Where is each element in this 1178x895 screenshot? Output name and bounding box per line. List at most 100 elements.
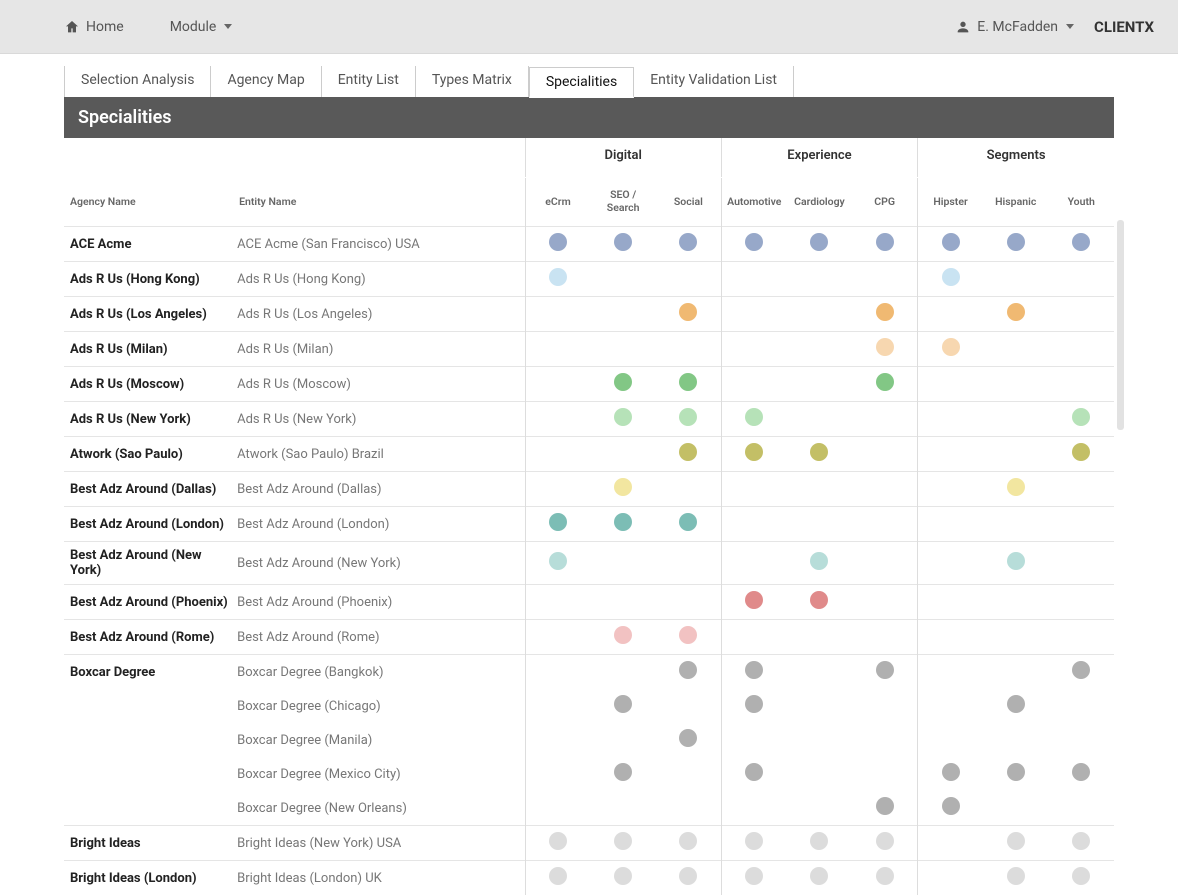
table-row[interactable]: Boxcar DegreeBoxcar Degree (Bangkok)	[64, 655, 1114, 690]
table-row[interactable]: Boxcar Degree (Mexico City)	[64, 757, 1114, 791]
tab-selection-analysis[interactable]: Selection Analysis	[64, 66, 211, 97]
table-row[interactable]: Ads R Us (Moscow)Ads R Us (Moscow)	[64, 367, 1114, 402]
entity-cell: Bright Ideas (New York) USA	[233, 826, 525, 861]
spec-cell	[525, 655, 590, 690]
spec-cell	[852, 655, 917, 690]
spec-cell	[787, 332, 852, 367]
spec-cell	[656, 791, 721, 826]
spec-cell	[918, 585, 983, 620]
spec-cell	[918, 437, 983, 472]
dot-icon	[679, 832, 697, 850]
spec-cell	[590, 332, 655, 367]
spec-cell	[590, 723, 655, 757]
dot-icon	[745, 763, 763, 781]
nav-module[interactable]: Module	[170, 19, 233, 35]
dot-icon	[876, 373, 894, 391]
spec-cell	[590, 689, 655, 723]
spec-cell	[590, 367, 655, 402]
table-row[interactable]: Best Adz Around (London)Best Adz Around …	[64, 507, 1114, 542]
spec-cell	[525, 367, 590, 402]
spec-cell	[1048, 791, 1114, 826]
table-row[interactable]: Boxcar Degree (New Orleans)	[64, 791, 1114, 826]
agency-cell	[64, 757, 233, 791]
spec-cell	[590, 585, 655, 620]
tab-specialities[interactable]: Specialities	[529, 67, 634, 98]
column-header[interactable]: Hispanic	[983, 178, 1048, 227]
table-row[interactable]: Atwork (Sao Paulo)Atwork (Sao Paulo) Bra…	[64, 437, 1114, 472]
column-header[interactable]: Social	[656, 178, 721, 227]
scrollbar[interactable]	[1117, 220, 1124, 430]
spec-cell	[852, 227, 917, 262]
spec-cell	[590, 826, 655, 861]
table-row[interactable]: Boxcar Degree (Manila)	[64, 723, 1114, 757]
dot-icon	[745, 591, 763, 609]
column-header[interactable]: Cardiology	[787, 178, 852, 227]
column-header[interactable]: eCrm	[525, 178, 590, 227]
spec-cell	[656, 332, 721, 367]
table-row[interactable]: Bright IdeasBright Ideas (New York) USA	[64, 826, 1114, 861]
entity-cell: ACE Acme (San Francisco) USA	[233, 227, 525, 262]
tab-entity-list[interactable]: Entity List	[322, 66, 416, 97]
spec-cell	[721, 826, 786, 861]
dot-icon	[1072, 763, 1090, 781]
table-row[interactable]: Best Adz Around (Phoenix)Best Adz Around…	[64, 585, 1114, 620]
spec-cell	[525, 507, 590, 542]
spec-cell	[787, 227, 852, 262]
column-header[interactable]: SEO / Search	[590, 178, 655, 227]
table-row[interactable]: Bright Ideas (London)Bright Ideas (Londo…	[64, 861, 1114, 895]
dot-icon	[1007, 552, 1025, 570]
agency-header[interactable]: Agency Name	[64, 178, 233, 227]
column-header[interactable]: Youth	[1048, 178, 1114, 227]
table-row[interactable]: Ads R Us (New York)Ads R Us (New York)	[64, 402, 1114, 437]
dot-icon	[1072, 233, 1090, 251]
spec-cell	[656, 723, 721, 757]
table-row[interactable]: Ads R Us (Los Angeles)Ads R Us (Los Ange…	[64, 297, 1114, 332]
spec-cell	[1048, 585, 1114, 620]
tab-entity-validation-list[interactable]: Entity Validation List	[634, 66, 794, 97]
dot-icon	[810, 233, 828, 251]
dot-icon	[745, 408, 763, 426]
spec-cell	[787, 507, 852, 542]
spec-cell	[525, 402, 590, 437]
dot-icon	[1007, 303, 1025, 321]
tab-agency-map[interactable]: Agency Map	[211, 66, 321, 97]
user-menu[interactable]: E. McFadden	[955, 19, 1074, 35]
dot-icon	[876, 832, 894, 850]
table-row[interactable]: ACE AcmeACE Acme (San Francisco) USA	[64, 227, 1114, 262]
spec-cell	[525, 861, 590, 895]
tab-types-matrix[interactable]: Types Matrix	[416, 66, 529, 97]
column-header[interactable]: Hipster	[918, 178, 983, 227]
entity-cell: Ads R Us (Moscow)	[233, 367, 525, 402]
table-row[interactable]: Ads R Us (Hong Kong)Ads R Us (Hong Kong)	[64, 262, 1114, 297]
column-header[interactable]: Automotive	[721, 178, 786, 227]
table-row[interactable]: Best Adz Around (Rome)Best Adz Around (R…	[64, 620, 1114, 655]
dot-icon	[876, 797, 894, 815]
column-header[interactable]: CPG	[852, 178, 917, 227]
table-row[interactable]: Best Adz Around (New York)Best Adz Aroun…	[64, 542, 1114, 585]
spec-cell	[918, 332, 983, 367]
dot-icon	[876, 233, 894, 251]
table-row[interactable]: Boxcar Degree (Chicago)	[64, 689, 1114, 723]
table-row[interactable]: Best Adz Around (Dallas)Best Adz Around …	[64, 472, 1114, 507]
spec-cell	[918, 655, 983, 690]
spec-cell	[787, 826, 852, 861]
spec-cell	[787, 402, 852, 437]
dot-icon	[614, 867, 632, 885]
dot-icon	[614, 233, 632, 251]
entity-cell: Boxcar Degree (Mexico City)	[233, 757, 525, 791]
spec-cell	[787, 542, 852, 585]
spec-cell	[983, 689, 1048, 723]
specialities-table: DigitalExperienceSegmentsAgency NameEnti…	[64, 138, 1114, 895]
spec-cell	[656, 826, 721, 861]
entity-header[interactable]: Entity Name	[233, 178, 525, 227]
spec-cell	[656, 507, 721, 542]
entity-cell: Boxcar Degree (Bangkok)	[233, 655, 525, 690]
spec-cell	[1048, 826, 1114, 861]
dot-icon	[1007, 763, 1025, 781]
spec-cell	[656, 227, 721, 262]
spec-cell	[787, 689, 852, 723]
nav-home[interactable]: Home	[64, 19, 124, 35]
table-row[interactable]: Ads R Us (Milan)Ads R Us (Milan)	[64, 332, 1114, 367]
spec-cell	[918, 262, 983, 297]
dot-icon	[810, 867, 828, 885]
